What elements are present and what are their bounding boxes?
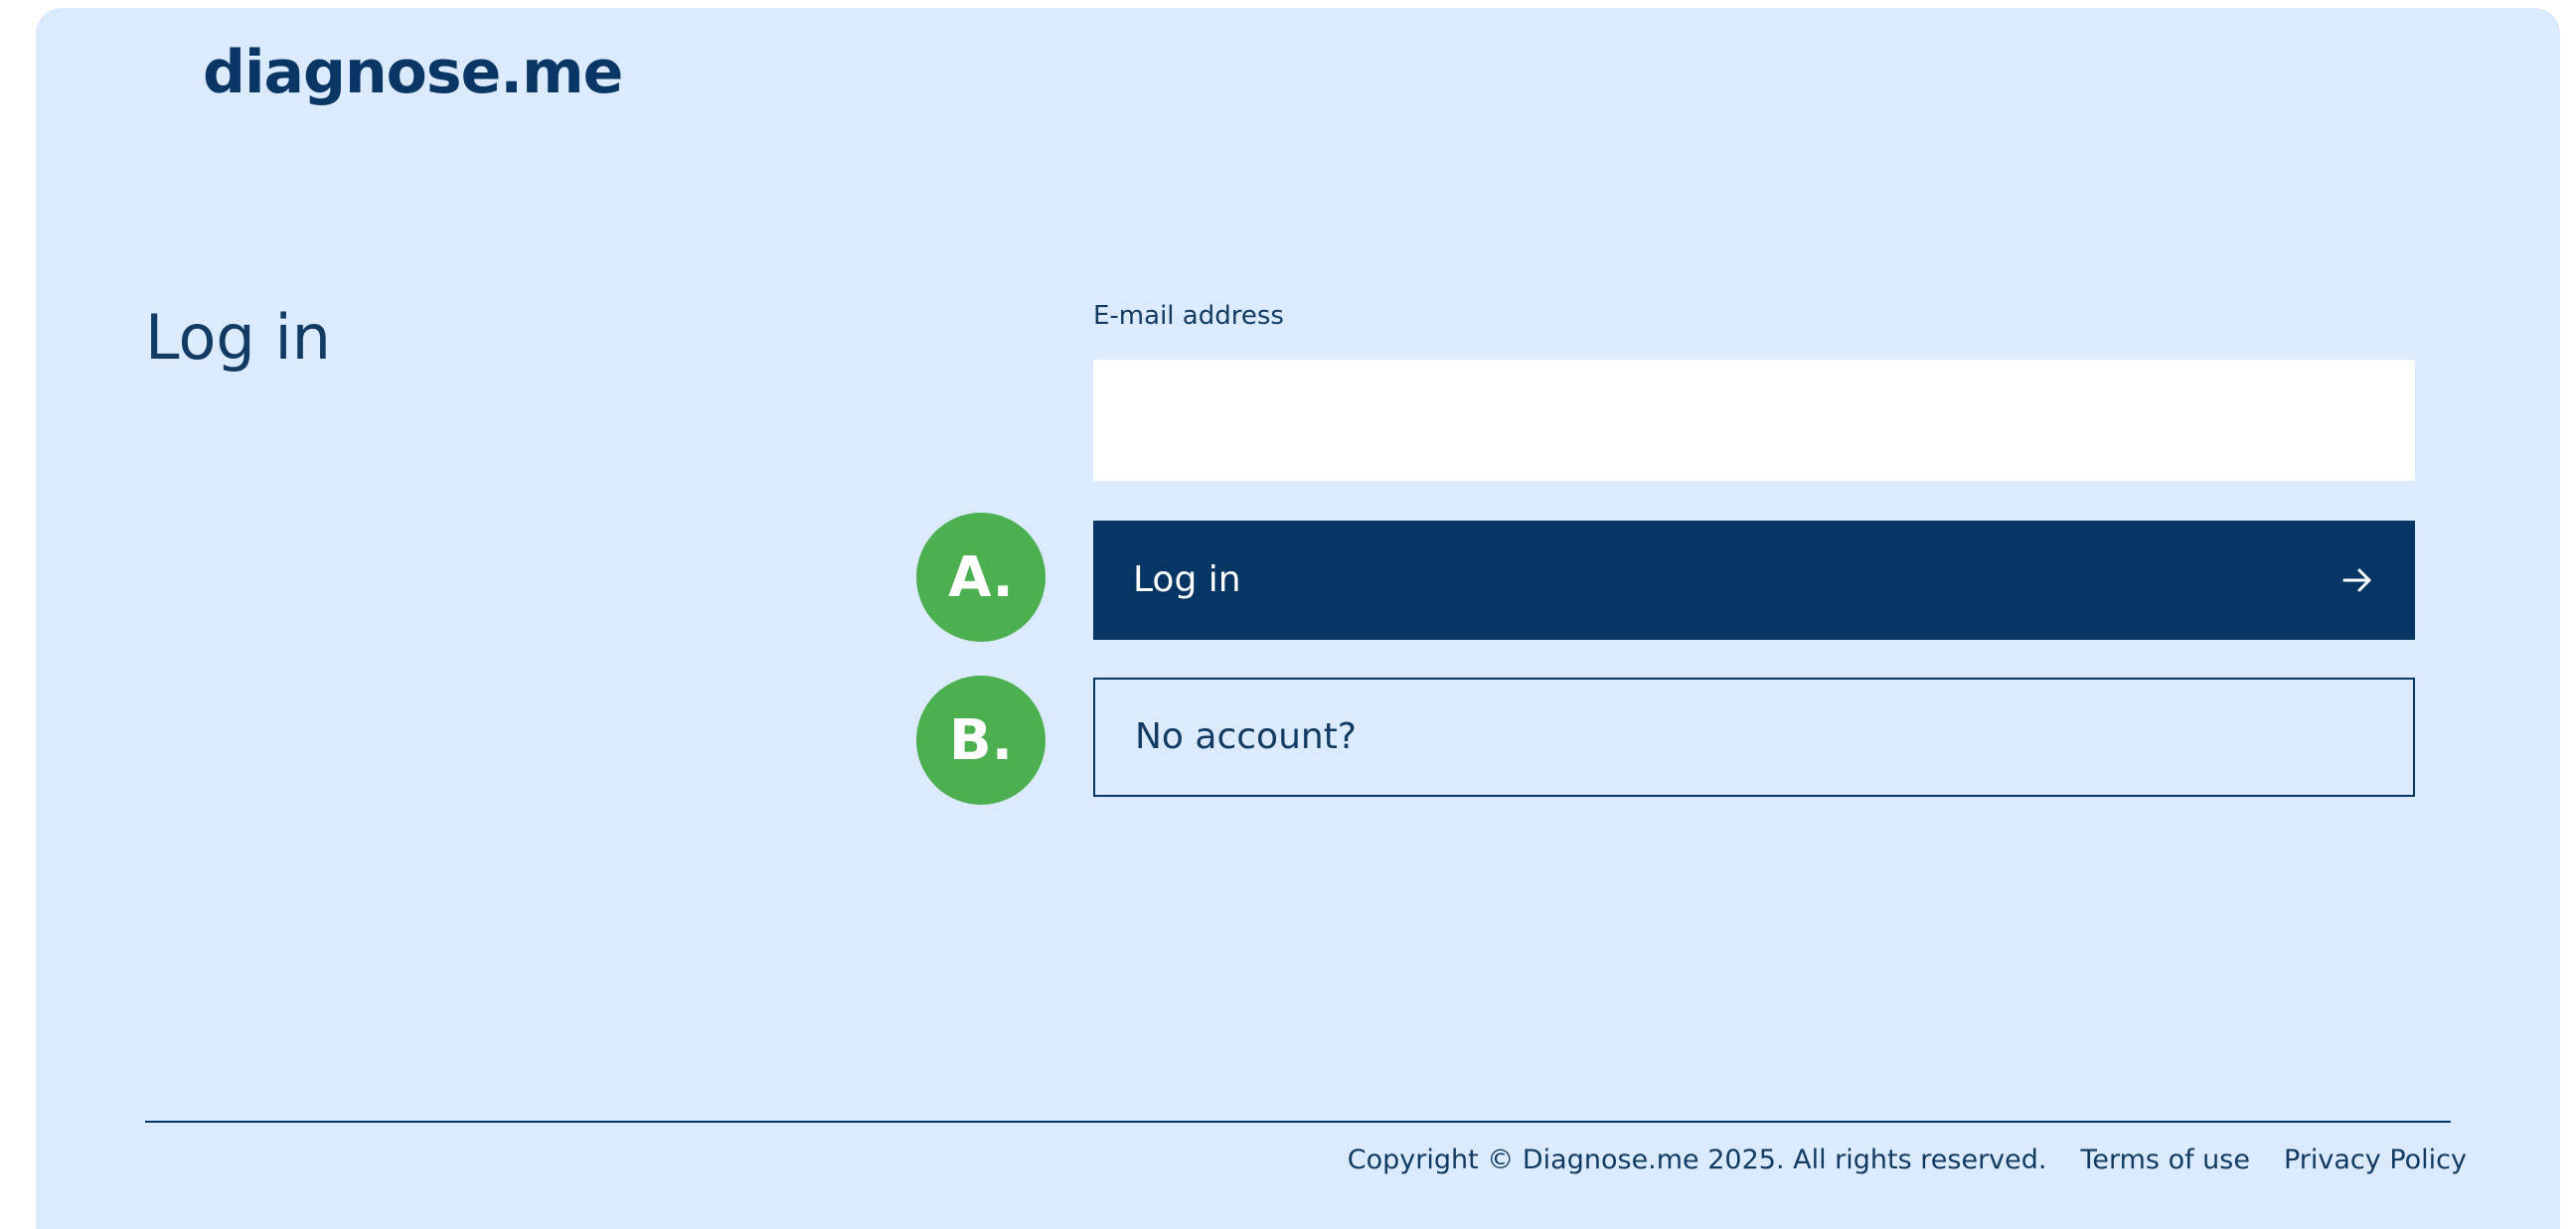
email-field[interactable] [1093, 360, 2415, 481]
footer: Copyright © Diagnose.me 2025. All rights… [1348, 1141, 2467, 1180]
no-account-button[interactable]: No account? [1093, 678, 2415, 797]
privacy-policy-link[interactable]: Privacy Policy [2284, 1141, 2467, 1180]
arrow-right-icon [2339, 562, 2375, 598]
page-title: Log in [145, 301, 331, 374]
annotation-marker-a: A. [916, 513, 1046, 642]
logo[interactable]: diagnose.me [203, 28, 623, 117]
annotation-marker-b: B. [916, 676, 1046, 805]
terms-of-use-link[interactable]: Terms of use [2080, 1141, 2250, 1180]
no-account-button-label: No account? [1135, 716, 1357, 757]
footer-divider [145, 1121, 2451, 1123]
login-button-label: Log in [1133, 559, 1241, 600]
email-label: E-mail address [1093, 301, 1284, 331]
login-button[interactable]: Log in [1093, 521, 2415, 640]
copyright-text: Copyright © Diagnose.me 2025. All rights… [1347, 1145, 2047, 1175]
